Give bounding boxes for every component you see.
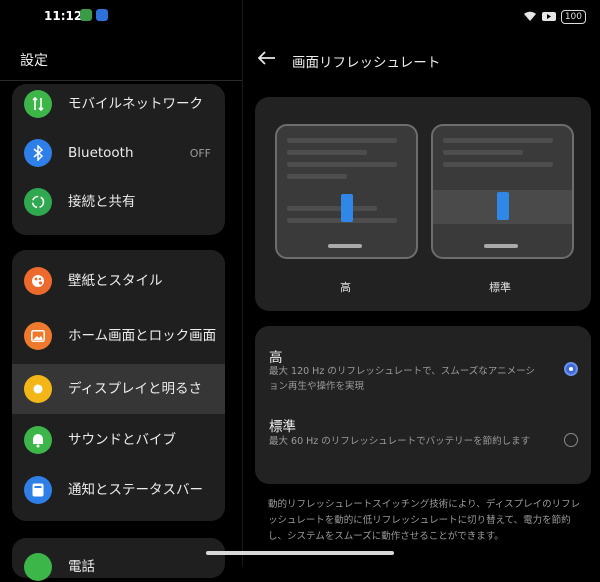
preview-standard[interactable] (431, 124, 574, 259)
preview-high[interactable] (275, 124, 418, 259)
back-arrow-icon[interactable] (257, 49, 276, 70)
notification-icon (24, 476, 52, 504)
settings-item-phone[interactable]: 電話 (12, 552, 225, 582)
notification-app-icon (80, 9, 92, 21)
radio-selected[interactable] (564, 362, 578, 376)
preview-caption-high: 高 (340, 281, 351, 294)
home-indicator[interactable] (206, 551, 394, 555)
card-icon (541, 7, 556, 26)
settings-item-sound-vibration[interactable]: サウンドとバイブ (12, 421, 225, 459)
radio-unselected[interactable] (564, 433, 578, 447)
refresh-rate-preview: 高 標準 (255, 97, 591, 311)
option-description: 最大 120 Hz のリフレッシュレートで、スムーズなアニメーション再生や操作を… (269, 366, 535, 392)
settings-item-label: ディスプレイと明るさ (68, 381, 203, 397)
bell-icon (24, 426, 52, 454)
settings-item-label: ホーム画面とロック画面 (68, 328, 217, 344)
bluetooth-status: OFF (189, 146, 211, 160)
preview-caption-standard: 標準 (489, 281, 511, 294)
settings-item-label: 通知とステータスバー (68, 482, 203, 498)
option-title: 標準 (269, 419, 296, 435)
settings-item-label: モバイルネットワーク (68, 96, 203, 112)
settings-item-home-lock-screen[interactable]: ホーム画面とロック画面 (12, 312, 225, 360)
image-icon (24, 322, 52, 350)
pane-divider (242, 0, 243, 566)
phone-icon (24, 553, 52, 581)
header-divider (0, 80, 242, 81)
settings-item-label: 壁紙とスタイル (68, 273, 163, 289)
battery-indicator: 100 (560, 9, 586, 24)
option-description: 最大 60 Hz のリフレッシュレートでバッテリーを節約します (269, 436, 531, 447)
bluetooth-icon (24, 139, 52, 167)
connection-share-icon (24, 188, 52, 216)
settings-item-label: 接続と共有 (68, 194, 136, 210)
settings-item-wallpaper-style[interactable]: 壁紙とスタイル (12, 262, 225, 300)
page-title: 設定 (20, 53, 48, 69)
wifi-icon (523, 7, 537, 26)
sun-icon (24, 375, 52, 403)
settings-item-label: 電話 (68, 559, 95, 575)
palette-icon (24, 267, 52, 295)
notification-app-icon-2 (96, 9, 108, 21)
settings-item-connection-share[interactable]: 接続と共有 (12, 184, 225, 220)
settings-item-label: サウンドとバイブ (68, 432, 176, 448)
status-time: 11:12 (44, 9, 83, 23)
settings-item-mobile-network[interactable]: モバイルネットワーク (12, 86, 225, 122)
refresh-rate-options: 高 最大 120 Hz のリフレッシュレートで、スムーズなアニメーション再生や操… (255, 326, 591, 484)
status-right: 100 (523, 7, 586, 26)
settings-item-display-brightness[interactable]: ディスプレイと明るさ (12, 364, 225, 414)
mobile-data-icon (24, 90, 52, 118)
footer-note: 動的リフレッシュレートスイッチング技術により、ディスプレイのリフレッシュレートを… (268, 499, 581, 542)
settings-item-notification-status-bar[interactable]: 通知とステータスバー (12, 471, 225, 509)
option-title: 高 (269, 350, 283, 366)
detail-title: 画面リフレッシュレート (292, 55, 441, 71)
settings-item-bluetooth[interactable]: Bluetooth OFF (12, 135, 225, 171)
settings-item-label: Bluetooth (68, 145, 134, 161)
